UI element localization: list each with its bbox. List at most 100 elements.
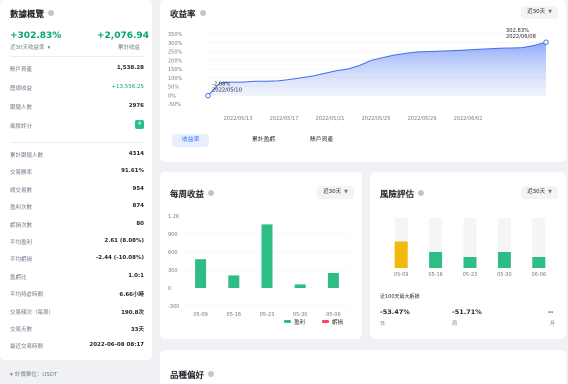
- stat-row: 總交易數 954: [10, 186, 144, 196]
- preference-title-text: 品種偏好: [170, 371, 205, 381]
- x-tick-label: 05-09: [193, 312, 208, 318]
- stat-label: 總交易數: [10, 187, 33, 194]
- stat-value: 1,538.28: [116, 65, 144, 71]
- risk-bar: [532, 257, 546, 268]
- profit-bar: [294, 284, 306, 288]
- x-tick-label: 2022/05/25: [362, 116, 391, 122]
- legend-profit[interactable]: 盈利: [284, 318, 305, 326]
- stat-row: 交易頻次（每周） 190.8次: [10, 308, 144, 318]
- stat-row: 最近交易時間 2022-06-08 08:17: [10, 342, 144, 352]
- profit-bar: [195, 259, 207, 288]
- x-tick-label: 2022/06/02: [454, 116, 483, 122]
- risk-month-label: 月: [550, 321, 556, 327]
- stat-row: 賬戶資產 1,538.28: [10, 65, 144, 75]
- y-tick-label: 0: [168, 286, 171, 292]
- stat-row: 交易天數 33天: [10, 325, 144, 335]
- x-tick-label: 2022/05/29: [408, 116, 437, 122]
- x-tick-label: 05-30: [497, 272, 512, 278]
- risk-bar: [394, 241, 408, 268]
- pnl-amount: +2,076.94: [97, 31, 149, 41]
- stat-value: 80: [136, 220, 144, 227]
- legend-swatch: [322, 320, 329, 323]
- stat-label: 交易頻次（每周）: [10, 309, 55, 316]
- y-tick-label: 600: [168, 250, 178, 256]
- y-tick-label: 150%: [168, 67, 183, 73]
- divider: [10, 56, 144, 57]
- stat-row: 平均虧損 -2.44 (-10.08%): [10, 255, 144, 265]
- x-tick-label: 05-23: [260, 312, 275, 318]
- symbol-preference-panel: 品種偏好: [160, 350, 566, 384]
- x-tick-label: 2022/05/21: [316, 116, 345, 122]
- stat-row: 盈利次數 874: [10, 203, 144, 213]
- x-tick-label: 2022/05/13: [224, 116, 253, 122]
- stat-value: 91.61%: [121, 168, 144, 175]
- y-tick-label: 900: [168, 232, 178, 238]
- range-selector[interactable]: 近30天收益率 ▾: [10, 43, 50, 51]
- x-tick-label: 05-23: [463, 272, 478, 278]
- stat-value: -2.44 (-10.08%): [96, 255, 144, 262]
- stat-label: 風險評分: [10, 124, 33, 130]
- profit-bar: [228, 275, 240, 288]
- stat-value: 954: [132, 185, 144, 192]
- legend-profit-text: 盈利: [294, 320, 306, 326]
- stat-label: 交易天數: [10, 327, 33, 333]
- y-tick-label: -300: [168, 304, 179, 310]
- stat-label: 盈虧比: [10, 274, 27, 281]
- x-tick-label: 05-16: [227, 312, 242, 318]
- stat-row: 虧損次數 80: [10, 221, 144, 231]
- stat-label: 平均盈利: [10, 240, 33, 246]
- chevron-down-icon[interactable]: ▾: [10, 372, 13, 378]
- stat-value: 190.8次: [121, 309, 144, 316]
- stat-row: 累計跟隨人數 4314: [10, 151, 144, 161]
- stat-label: 平均虧損: [10, 257, 33, 264]
- overview-title: 數據概覽: [10, 8, 55, 20]
- returns-panel: 收益率 近30天 ▼ 350% 300% 250% 200% 150% 100% 50% 0% -…: [160, 0, 566, 162]
- risk-bar: [429, 252, 443, 268]
- stat-value: +13,556.25: [111, 84, 144, 90]
- weekly-chart: 1.2K9006003000-30005-09 05-16 05-23 05-30 05…: [168, 214, 350, 318]
- risk-assessment-panel: 風險評估 近30天 ▼ 05-09 05-16 05-23 05-30 06-06 近10…: [370, 172, 566, 339]
- y-tick-label: 300%: [168, 41, 183, 47]
- stat-label: 歷總收益: [10, 86, 33, 92]
- y-tick-label: 1.2K: [168, 214, 180, 220]
- legend-swatch: [284, 320, 291, 323]
- returns-chart: 350% 300% 250% 200% 150% 100% 50% 0% -50% 2022/05…: [168, 28, 549, 122]
- stat-value: 4314: [128, 151, 144, 157]
- y-tick-label: 200%: [168, 58, 183, 64]
- preference-title: 品種偏好: [170, 369, 215, 381]
- stat-label: 平均持倉時間: [10, 292, 44, 299]
- risk-bar: [497, 252, 511, 268]
- stat-value: 2022-06-08 08:17: [89, 342, 144, 349]
- tab-cumulative-pnl[interactable]: 累計盈虧: [242, 134, 285, 147]
- tab-returns[interactable]: 收益率: [172, 134, 210, 147]
- stat-value: 2976: [128, 103, 144, 109]
- y-tick-label: 100%: [168, 76, 183, 82]
- tab-account-assets[interactable]: 賬戶資產: [300, 134, 343, 147]
- y-tick-label: -50%: [168, 102, 181, 108]
- y-tick-label: 250%: [168, 50, 183, 56]
- info-icon[interactable]: [48, 10, 55, 16]
- profit-bar: [261, 224, 273, 288]
- y-tick-label: 50%: [168, 85, 179, 91]
- cumulative-label: 累計收益: [118, 45, 141, 51]
- stat-row: 平均盈利 2.61 (8.08%): [10, 238, 144, 248]
- start-point: [205, 92, 211, 99]
- profit-bar: [327, 273, 339, 288]
- risk-day-label: 日: [380, 321, 386, 327]
- end-point: [543, 39, 549, 45]
- footnote: ▾ 計價單位：USDT: [10, 370, 57, 378]
- info-icon[interactable]: [208, 371, 215, 377]
- stat-row: 風險評分 4: [10, 120, 144, 132]
- risk-chart: 05-09 05-16 05-23 05-30 06-06: [394, 218, 546, 278]
- legend-loss-text: 虧損: [332, 320, 344, 326]
- data-overview-panel: 數據概覽 +302.83% +2,076.94 近30天收益率 ▾ 累計收益 賬戶…: [0, 0, 152, 360]
- divider: [10, 142, 144, 143]
- x-tick-label: 05-09: [394, 272, 409, 278]
- footnote-text: 計價單位：USDT: [14, 372, 58, 378]
- risk-month-value: --: [548, 308, 554, 316]
- stat-label: 最近交易時間: [10, 344, 44, 351]
- stat-label: 盈利次數: [10, 205, 33, 212]
- x-tick-label: 2022/05/17: [270, 116, 299, 122]
- legend-loss[interactable]: 虧損: [322, 318, 343, 326]
- x-tick-label: 05-16: [428, 272, 443, 278]
